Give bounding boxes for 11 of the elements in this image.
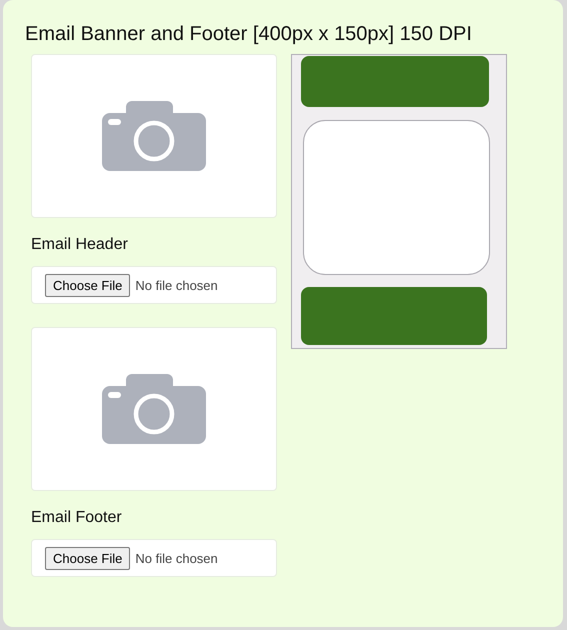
camera-icon (102, 101, 206, 171)
field-label: Email Header (31, 236, 129, 254)
field-label: Email Footer (31, 509, 123, 527)
camera-icon (102, 374, 206, 444)
file-status: No file chosen (135, 278, 218, 292)
file-input[interactable]: Choose File No file chosen (31, 539, 277, 577)
choose-file-button[interactable]: Choose File (45, 274, 130, 296)
file-input[interactable]: Choose File No file chosen (31, 266, 277, 304)
file-status: No file chosen (135, 550, 218, 566)
section-title: Email Banner and Footer [400px x 150px] 150 DPI (25, 22, 473, 46)
choose-file-button[interactable]: Choose File (45, 546, 130, 570)
